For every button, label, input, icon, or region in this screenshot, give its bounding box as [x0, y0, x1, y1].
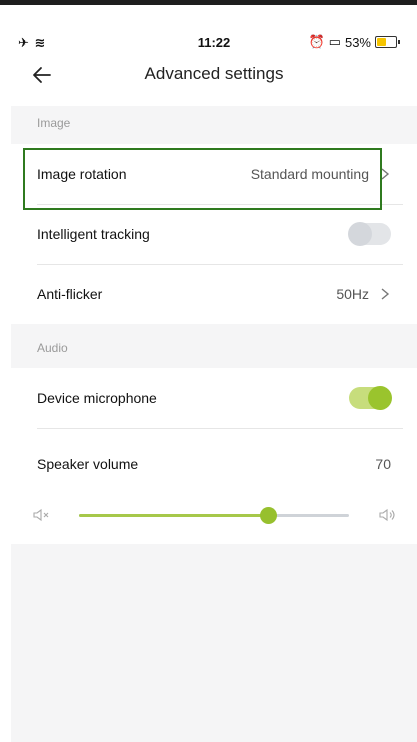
speaker-volume-label: Speaker volume: [37, 456, 139, 472]
slider-thumb[interactable]: [260, 507, 277, 524]
audio-settings-card: Device microphone Speaker volume 70: [11, 368, 417, 544]
screen-icon: ▭: [328, 34, 341, 49]
alarm-icon: ⏰: [308, 34, 325, 49]
top-edge-bar: [0, 0, 417, 5]
toggle-knob: [348, 222, 372, 246]
speaker-volume-row: Speaker volume 70: [37, 434, 391, 494]
device-microphone-label: Device microphone: [37, 390, 157, 406]
intelligent-tracking-toggle[interactable]: [348, 222, 391, 246]
section-label-image: Image: [37, 116, 71, 130]
slider-fill: [79, 514, 268, 517]
slider-track[interactable]: [79, 507, 349, 524]
app-screen: ✈ ≋ 11:22 ⏰ ▭ 53% Advanced settings Imag…: [11, 30, 417, 742]
intelligent-tracking-label: Intelligent tracking: [37, 226, 150, 242]
device-microphone-toggle[interactable]: [349, 386, 392, 410]
divider: [37, 428, 403, 429]
volume-mute-icon: [33, 508, 49, 522]
page-title: Advanced settings: [144, 64, 284, 83]
highlight-box: [23, 148, 382, 210]
speaker-volume-value: 70: [375, 456, 391, 472]
battery-percent: 53%: [344, 34, 371, 50]
toggle-knob: [368, 386, 392, 410]
anti-flicker-row[interactable]: Anti-flicker 50Hz: [37, 264, 391, 324]
section-label-audio: Audio: [37, 341, 68, 355]
battery-fill: [377, 38, 386, 46]
status-right: ⏰ ▭ 53%: [308, 34, 400, 50]
intelligent-tracking-row: Intelligent tracking: [37, 204, 391, 264]
speaker-volume-slider[interactable]: [31, 500, 397, 530]
battery-icon: [375, 36, 400, 48]
volume-up-icon: [379, 508, 395, 522]
anti-flicker-label: Anti-flicker: [37, 286, 103, 302]
header: Advanced settings: [11, 56, 417, 106]
chevron-right-icon: [381, 288, 390, 300]
anti-flicker-value: 50Hz: [336, 286, 369, 302]
device-microphone-row: Device microphone: [37, 368, 392, 428]
status-bar: ✈ ≋ 11:22 ⏰ ▭ 53%: [11, 30, 417, 56]
